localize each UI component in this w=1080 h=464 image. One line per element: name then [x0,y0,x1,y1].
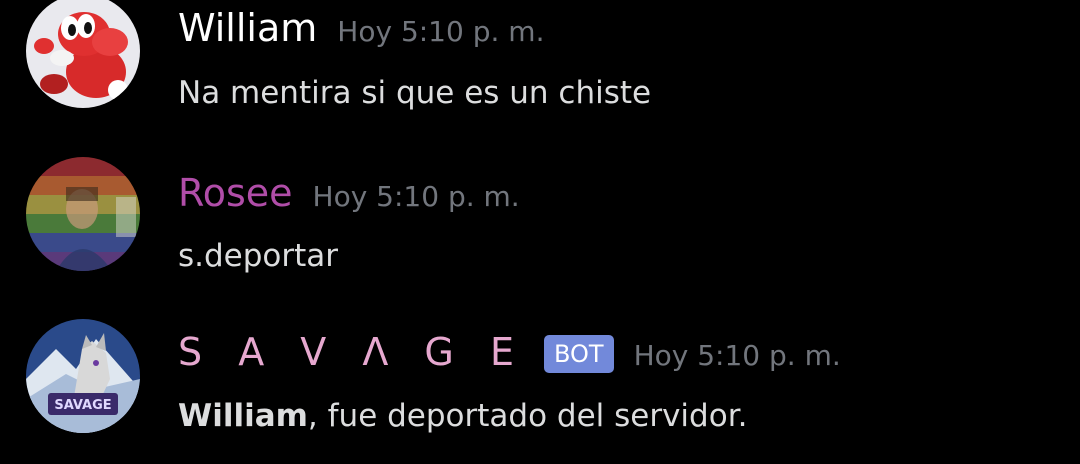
message-text: Na mentira si que es un chiste [178,75,652,111]
message-item: SAVAGE S A V Λ G E BOT Hoy 5:10 p. m. Wi… [0,316,1080,446]
username-rosee[interactable]: Rosee [178,171,293,215]
avatar-rosee[interactable] [26,157,140,271]
message-item: Rosee Hoy 5:10 p. m. s.deportar [0,152,1080,282]
username-savage[interactable]: S A V Λ G E [178,330,526,374]
wolf-savage-avatar-icon: SAVAGE [26,319,140,433]
message-text-rest: , fue deportado del servidor. [307,398,748,434]
mentioned-user: William [178,398,308,434]
message-header: S A V Λ G E BOT Hoy 5:10 p. m. [178,330,841,374]
bot-badge: BOT [543,335,614,373]
message-timestamp: Hoy 5:10 p. m. [312,180,520,213]
message-header: William Hoy 5:10 p. m. [178,6,544,50]
avatar-savage[interactable]: SAVAGE [26,319,140,433]
message-item: William Hoy 5:10 p. m. Na mentira si que… [0,0,1080,130]
message-text: William, fue deportado del servidor. [178,396,747,436]
message-timestamp: Hoy 5:10 p. m. [337,15,545,48]
rainbow-flag-avatar-icon [26,157,140,271]
username-william[interactable]: William [178,6,317,50]
message-timestamp: Hoy 5:10 p. m. [633,339,841,372]
avatar-william[interactable] [26,0,140,108]
message-text: s.deportar [178,238,339,274]
message-header: Rosee Hoy 5:10 p. m. [178,171,520,215]
avatar-logo-text: SAVAGE [54,398,111,413]
yoshi-avatar-icon [26,0,140,108]
chat-message-list: William Hoy 5:10 p. m. Na mentira si que… [0,0,1080,464]
